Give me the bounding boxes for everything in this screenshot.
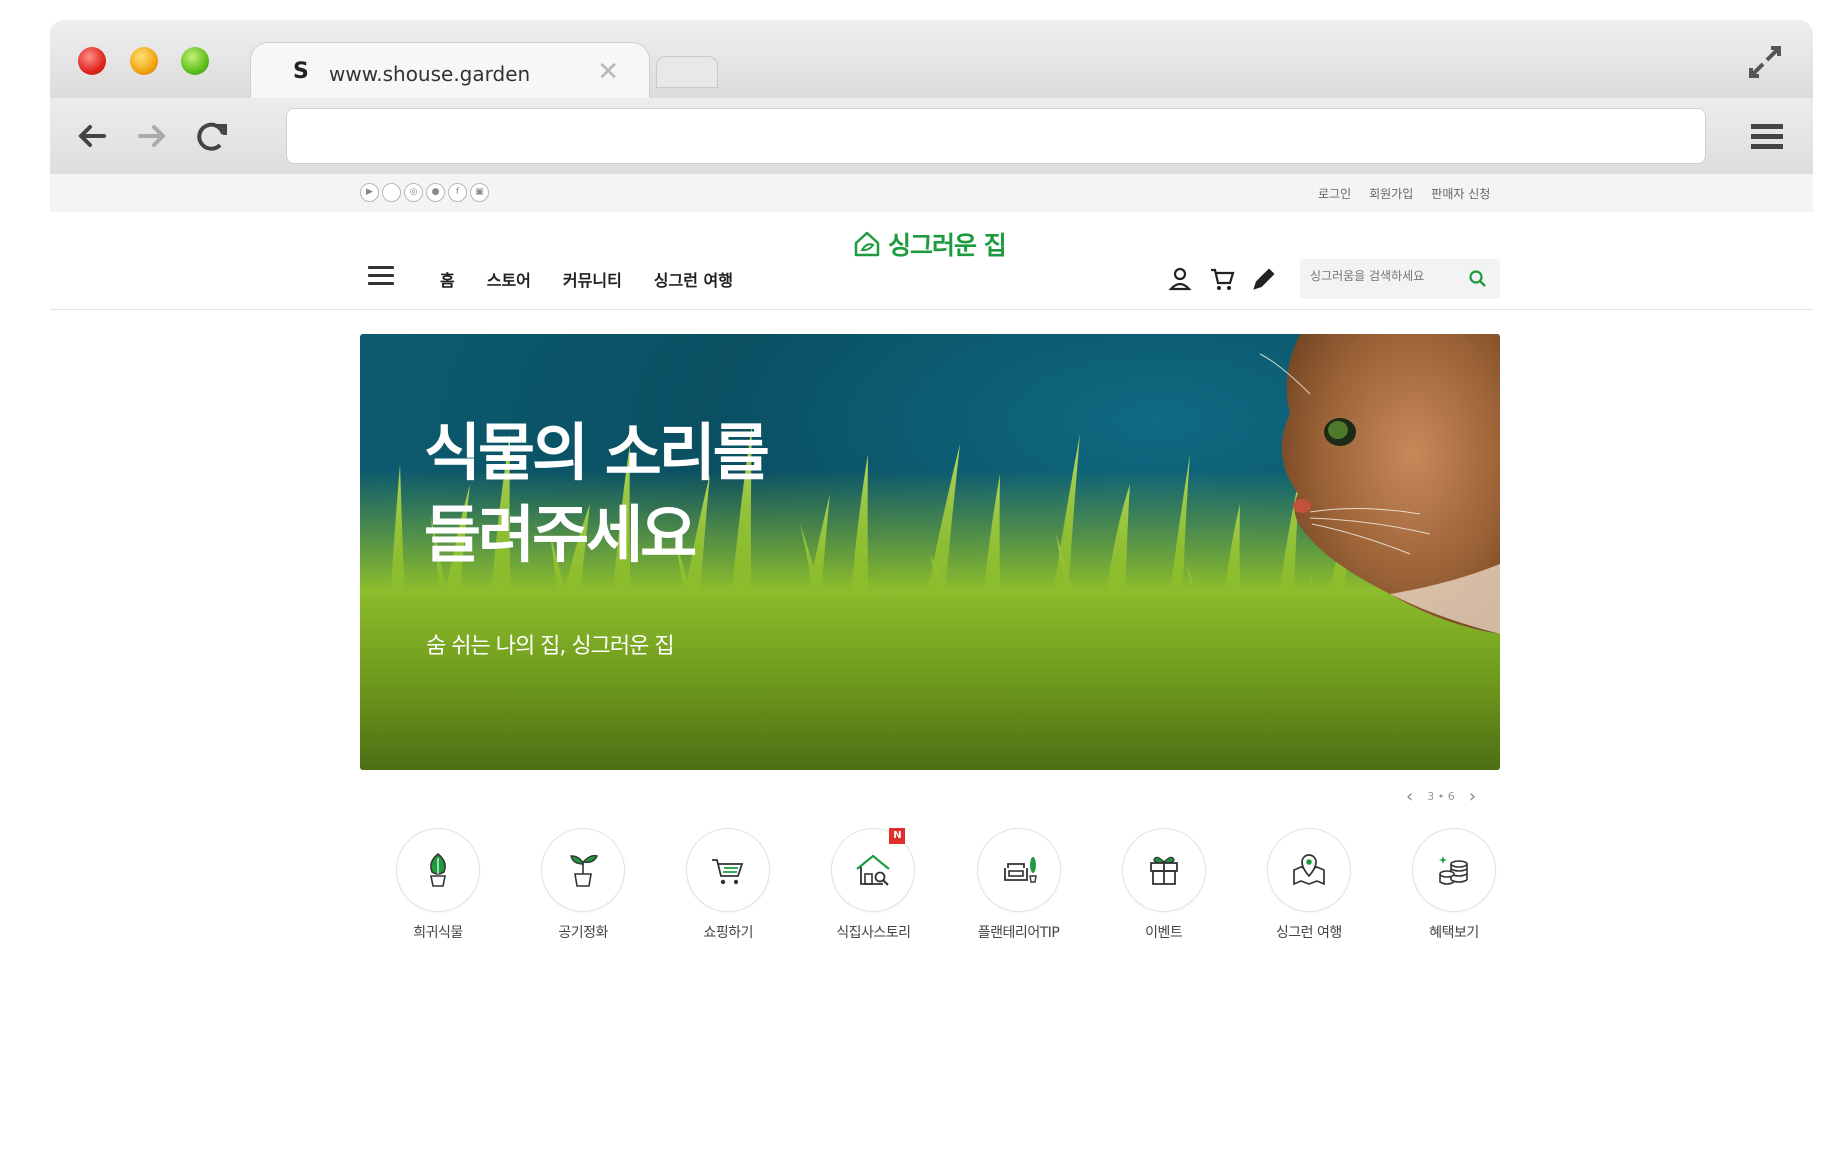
web-page: ▶ ◎ ● f ▣ 로그인 회원가입 판매자 신청 싱그러운 집 홈 스토어 커… bbox=[50, 174, 1813, 1150]
cat-image bbox=[1259, 334, 1500, 634]
quick-label: 이벤트 bbox=[1145, 925, 1183, 941]
quick-item-rare-plants[interactable]: 희귀식물 bbox=[386, 828, 490, 942]
slider-separator: • bbox=[1437, 790, 1445, 803]
quick-label: 혜택보기 bbox=[1429, 925, 1479, 941]
search-icon[interactable] bbox=[1468, 269, 1488, 289]
quick-item-benefits[interactable]: 혜택보기 bbox=[1402, 828, 1506, 942]
quick-icon-circle bbox=[396, 828, 480, 912]
minimize-window-button[interactable] bbox=[130, 47, 158, 75]
quick-label: 쇼핑하기 bbox=[703, 925, 754, 941]
quick-item-shopping[interactable]: 쇼핑하기 bbox=[676, 828, 780, 942]
quick-label: 식집사스토리 bbox=[836, 925, 911, 941]
browser-window: S www.shouse.garden ✕ ▶ ◎ ● f ▣ 로그인 회원가입… bbox=[50, 20, 1813, 1150]
quick-icon-circle bbox=[1121, 828, 1206, 912]
hero-title-line-2: 들려주세요 bbox=[424, 498, 697, 571]
kakao-icon[interactable]: ● bbox=[426, 183, 445, 202]
quick-item-story[interactable]: N 식집사스토리 bbox=[821, 828, 925, 942]
forward-icon[interactable] bbox=[132, 116, 172, 156]
quick-label: 싱그런 여행 bbox=[1275, 925, 1342, 941]
login-link[interactable]: 로그인 bbox=[1318, 185, 1351, 202]
rare-plant-icon bbox=[430, 853, 446, 887]
nav-item-community[interactable]: 커뮤니티 bbox=[563, 267, 622, 291]
slider-total: 6 bbox=[1447, 790, 1455, 803]
quick-icon-circle bbox=[1266, 828, 1351, 912]
map-pin-icon bbox=[1292, 854, 1325, 886]
gift-icon bbox=[1149, 856, 1178, 885]
hero-title-line-1: 식물의 소리를 bbox=[424, 416, 770, 489]
main-navigation: 홈 스토어 커뮤니티 싱그런 여행 bbox=[50, 254, 1813, 310]
quick-item-planterior[interactable]: 플랜테리어TIP bbox=[967, 828, 1071, 942]
facebook-icon[interactable]: f bbox=[448, 183, 467, 202]
menu-icon[interactable] bbox=[1747, 116, 1787, 156]
apple-icon[interactable] bbox=[382, 183, 401, 202]
address-bar[interactable] bbox=[286, 108, 1706, 164]
slider-current: 3 bbox=[1427, 790, 1435, 803]
youtube-icon[interactable]: ▣ bbox=[470, 183, 489, 202]
close-window-button[interactable] bbox=[78, 47, 106, 75]
user-actions bbox=[1166, 265, 1278, 293]
signup-link[interactable]: 회원가입 bbox=[1369, 185, 1413, 202]
house-search-icon bbox=[856, 854, 891, 886]
quick-item-travel[interactable]: 싱그런 여행 bbox=[1257, 828, 1361, 942]
nav-item-home[interactable]: 홈 bbox=[440, 267, 455, 291]
quick-icon-circle bbox=[976, 828, 1061, 912]
instagram-icon[interactable]: ◎ bbox=[404, 183, 423, 202]
maximize-window-button[interactable] bbox=[181, 47, 209, 75]
quick-label: 희귀식물 bbox=[413, 925, 463, 941]
browser-titlebar: S www.shouse.garden ✕ bbox=[50, 20, 1813, 98]
cart-icon[interactable] bbox=[1208, 265, 1236, 293]
quick-label: 플랜테리어TIP bbox=[977, 925, 1060, 941]
nav-item-store[interactable]: 스토어 bbox=[487, 267, 531, 291]
browser-toolbar bbox=[50, 98, 1813, 174]
quick-icon-circle bbox=[1411, 828, 1496, 912]
slider-next-icon[interactable]: › bbox=[1469, 786, 1476, 807]
user-icon[interactable] bbox=[1166, 265, 1194, 293]
social-links: ▶ ◎ ● f ▣ bbox=[360, 183, 489, 202]
browser-tab[interactable]: S www.shouse.garden ✕ bbox=[250, 42, 650, 98]
hero-subtitle: 숨 쉬는 나의 집, 싱그러운 집 bbox=[426, 634, 675, 659]
quick-item-event[interactable]: 이벤트 bbox=[1112, 828, 1216, 942]
coins-icon bbox=[1438, 856, 1468, 885]
seller-apply-link[interactable]: 판매자 신청 bbox=[1431, 185, 1490, 202]
slider-prev-icon[interactable]: ‹ bbox=[1406, 786, 1413, 807]
quick-item-air-purify[interactable]: 공기정화 bbox=[531, 828, 635, 942]
cart-icon bbox=[712, 859, 744, 885]
reload-icon[interactable] bbox=[192, 116, 232, 156]
quick-label: 공기정화 bbox=[558, 925, 608, 941]
utility-bar: ▶ ◎ ● f ▣ 로그인 회원가입 판매자 신청 bbox=[50, 174, 1813, 212]
account-links: 로그인 회원가입 판매자 신청 bbox=[1318, 185, 1490, 202]
slider-pagination: 3 • 6 bbox=[1427, 790, 1455, 803]
sofa-plant-icon bbox=[1003, 857, 1037, 883]
site-favicon-icon: S bbox=[293, 59, 309, 84]
quick-menu: 희귀식물 공기정화 쇼핑하기 N 식집사스토리 플랜테리어TIP 이벤트 싱그런… bbox=[386, 828, 1506, 942]
fullscreen-icon[interactable] bbox=[1745, 42, 1785, 82]
tab-close-icon[interactable]: ✕ bbox=[597, 57, 619, 87]
search-input[interactable] bbox=[1310, 269, 1460, 283]
new-badge: N bbox=[889, 828, 906, 844]
sprout-icon bbox=[570, 854, 599, 887]
back-icon[interactable] bbox=[72, 116, 112, 156]
quick-icon-circle bbox=[541, 828, 626, 912]
nav-item-travel[interactable]: 싱그런 여행 bbox=[654, 267, 733, 291]
new-tab-button[interactable] bbox=[656, 56, 718, 88]
nav-menu: 홈 스토어 커뮤니티 싱그런 여행 bbox=[440, 267, 733, 291]
hero-banner[interactable]: 식물의 소리를 들려주세요 숨 쉬는 나의 집, 싱그러운 집 bbox=[360, 334, 1500, 770]
slider-controls: ‹ 3 • 6 › bbox=[1406, 786, 1476, 807]
search-box bbox=[1300, 259, 1500, 299]
play-store-icon[interactable]: ▶ bbox=[360, 183, 379, 202]
category-menu-icon[interactable] bbox=[368, 266, 394, 288]
hero-title: 식물의 소리를 들려주세요 bbox=[424, 412, 770, 576]
quick-icon-circle bbox=[686, 828, 771, 912]
write-icon[interactable] bbox=[1250, 265, 1278, 293]
tab-title: www.shouse.garden bbox=[329, 62, 531, 86]
